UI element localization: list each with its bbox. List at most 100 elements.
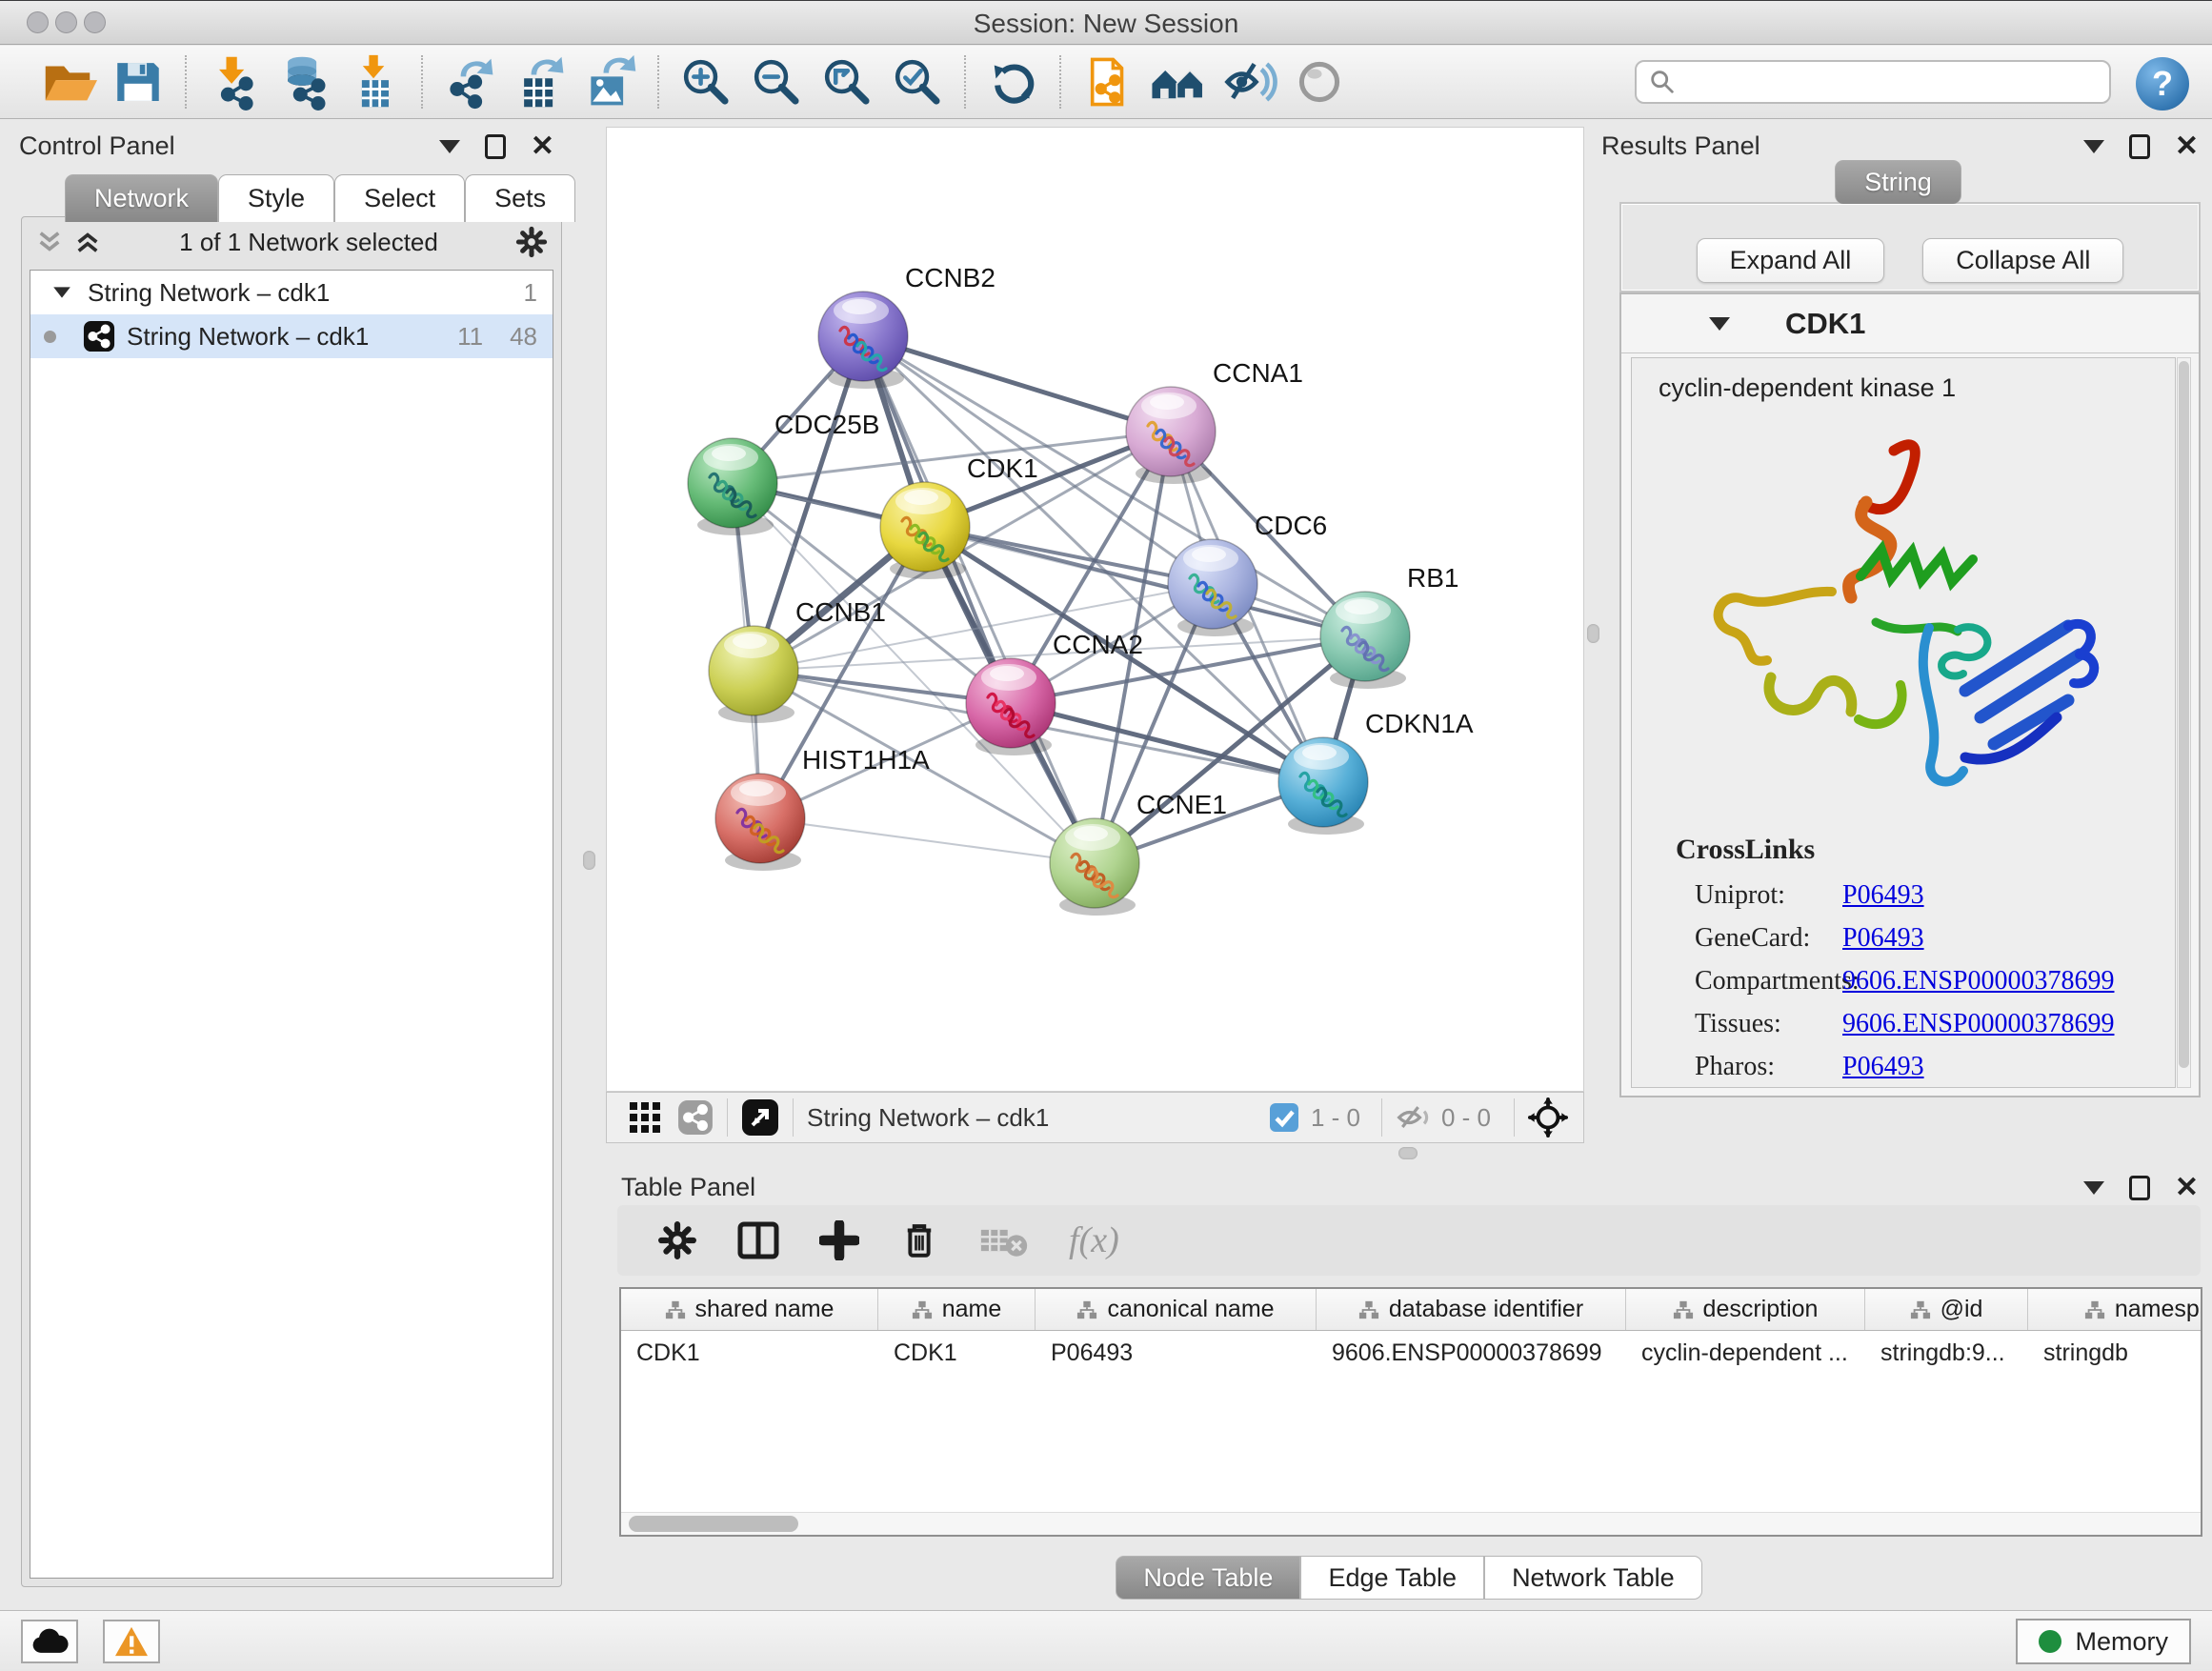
network-view-icon[interactable] [677,1099,714,1136]
genecard-link[interactable]: P06493 [1842,923,1924,953]
tissues-link[interactable]: 9606.ENSP00000378699 [1842,1009,2114,1038]
export-table-button[interactable] [505,50,575,113]
table-horizontal-scrollbar[interactable] [621,1512,2201,1535]
column-header[interactable]: canonical name [1036,1289,1317,1330]
close-panel-icon[interactable]: ✕ [2175,134,2199,159]
string-import-button[interactable] [1073,50,1143,113]
horizontal-splitter-handle[interactable] [1398,1147,1418,1159]
apply-layout-button[interactable] [977,50,1048,113]
float-panel-icon[interactable] [2083,1181,2104,1195]
close-panel-icon[interactable]: ✕ [531,134,554,159]
cloud-status-button[interactable] [21,1620,78,1663]
edge-CCNB2-CCNE1[interactable] [863,336,1095,863]
node-CCNE1[interactable]: CCNE1 [1050,790,1227,916]
edge-CCNA2-CDKN1A[interactable] [1011,703,1323,782]
gear-icon[interactable] [515,226,548,258]
open-session-button[interactable] [32,50,103,113]
enhanced-labels-toggle-button[interactable] [1214,50,1284,113]
show-glass-ball-toggle-button[interactable] [1284,50,1355,113]
section-collapse-icon[interactable] [1709,317,1730,331]
add-column-icon[interactable] [819,1220,859,1260]
import-network-from-database-button[interactable] [269,50,339,113]
edge-HIST1H1A-CCNE1[interactable] [760,818,1095,863]
tab-network-table[interactable]: Network Table [1484,1556,1702,1600]
collapse-all-icon[interactable] [35,230,64,254]
tab-sets[interactable]: Sets [465,174,575,222]
column-header[interactable]: name [878,1289,1036,1330]
warnings-button[interactable] [103,1620,160,1663]
hidden-eye-icon[interactable] [1396,1102,1434,1133]
help-button[interactable]: ? [2136,57,2189,111]
zoom-fit-button[interactable] [812,50,882,113]
vertical-splitter-handle[interactable] [583,851,595,870]
table-options-gear-icon[interactable] [657,1220,697,1260]
selected-checkbox-icon[interactable] [1269,1102,1299,1133]
column-header[interactable]: description [1626,1289,1865,1330]
table-row[interactable]: CDK1 CDK1 P06493 9606.ENSP00000378699 cy… [621,1331,2201,1375]
column-header[interactable]: namespace [2028,1289,2202,1330]
tab-select[interactable]: Select [334,174,465,222]
expand-all-icon[interactable] [73,230,102,254]
export-image-button[interactable] [575,50,646,113]
maximize-panel-icon[interactable] [485,134,506,159]
cell-id[interactable]: stringdb:9... [1865,1331,2028,1375]
node-CDKN1A[interactable]: CDKN1A [1278,709,1474,835]
zoom-selected-button[interactable] [882,50,953,113]
cell-namespace[interactable]: stringdb [2028,1331,2202,1375]
maximize-panel-icon[interactable] [2129,134,2150,159]
edge-CCNB2-CCNA1[interactable] [863,336,1171,432]
edge-CDK1-RB1[interactable] [925,527,1365,636]
node-HIST1H1A[interactable]: HIST1H1A [715,745,930,871]
cell-name[interactable]: CDK1 [878,1331,1036,1375]
zoom-in-button[interactable] [671,50,741,113]
column-header[interactable]: shared name [621,1289,878,1330]
float-panel-icon[interactable] [439,140,460,153]
cell-shared-name[interactable]: CDK1 [621,1331,878,1375]
node-CCNA1[interactable]: CCNA1 [1126,358,1303,484]
cell-description[interactable]: cyclin-dependent ... [1626,1331,1865,1375]
table-toolbar: f(x) [617,1205,2201,1276]
compartments-link[interactable]: 9606.ENSP00000378699 [1842,966,2114,996]
delete-column-icon[interactable] [899,1220,939,1260]
tab-network[interactable]: Network [65,174,218,222]
tab-style[interactable]: Style [218,174,334,222]
column-header[interactable]: @id [1865,1289,2028,1330]
results-scrollbar[interactable] [2177,357,2191,1088]
node-CDC25B[interactable]: CDC25B [688,410,879,535]
pharos-link[interactable]: P06493 [1842,1052,1924,1081]
collection-expand-icon[interactable] [53,287,70,297]
node-RB1[interactable]: RB1 [1320,563,1458,689]
tab-node-table[interactable]: Node Table [1116,1556,1300,1600]
node-table[interactable]: shared name name canonical name database… [619,1287,2202,1537]
import-table-button[interactable] [339,50,410,113]
float-panel-icon[interactable] [2083,140,2104,153]
show-columns-icon[interactable] [737,1219,779,1261]
expand-all-button[interactable]: Expand All [1697,238,1885,283]
memory-button[interactable]: Memory [2016,1619,2191,1664]
node-CCNB1[interactable]: CCNB1 [709,597,886,723]
network-canvas[interactable]: CCNB2CCNA1CDC25BCDK1CDC6RB1CCNB1CCNA2CDK… [606,127,1584,1092]
detach-view-icon[interactable] [741,1098,779,1137]
export-network-button[interactable] [434,50,505,113]
cell-canonical-name[interactable]: P06493 [1036,1331,1317,1375]
network-row-selected[interactable]: String Network – cdk1 11 48 [30,314,553,358]
import-network-button[interactable] [198,50,269,113]
column-header[interactable]: database identifier [1317,1289,1626,1330]
search-input[interactable] [1635,60,2111,104]
hidden-counts: 0 - 0 [1441,1103,1491,1133]
string-network-graph[interactable]: CCNB2CCNA1CDC25BCDK1CDC6RB1CCNB1CCNA2CDK… [607,128,1583,1091]
maximize-panel-icon[interactable] [2129,1176,2150,1200]
cell-database-identifier[interactable]: 9606.ENSP00000378699 [1317,1331,1626,1375]
close-panel-icon[interactable]: ✕ [2175,1176,2199,1200]
collapse-all-button[interactable]: Collapse All [1922,238,2123,283]
birdseye-navigator-icon[interactable] [1528,1097,1568,1137]
network-collection-row[interactable]: String Network – cdk1 1 [30,271,553,314]
node-CDK1[interactable]: CDK1 [880,453,1038,579]
uniprot-link[interactable]: P06493 [1842,880,1924,910]
tab-string-results[interactable]: String [1835,160,1961,204]
string-home-button[interactable] [1143,50,1214,113]
grid-view-icon[interactable] [628,1100,662,1135]
save-session-button[interactable] [103,50,173,113]
zoom-out-button[interactable] [741,50,812,113]
tab-edge-table[interactable]: Edge Table [1300,1556,1484,1600]
